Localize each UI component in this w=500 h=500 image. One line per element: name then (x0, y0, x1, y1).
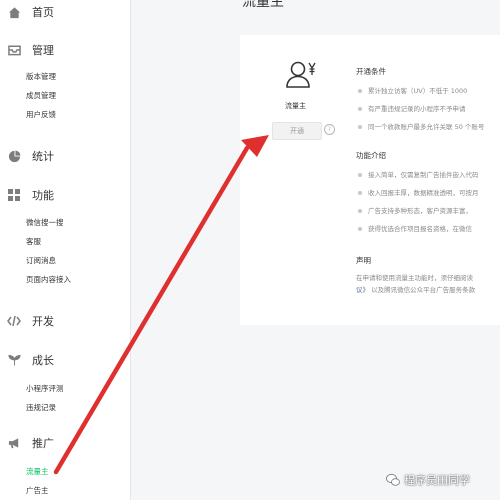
sidebar-subitem-advertiser[interactable]: 广告主 (0, 481, 130, 500)
agreement-link[interactable]: 议》 (356, 286, 369, 294)
sidebar: 首页 管理 版本管理 成员管理 用户反馈 统计 功能 微信搜一搜 客服 订阅消息… (0, 0, 131, 500)
sidebar-item-label: 管理 (32, 44, 54, 57)
sidebar-subitem-violations[interactable]: 违规记录 (0, 398, 130, 417)
page-title: 流量主 (242, 0, 284, 10)
condition-item: 同一个收款账户最多允许关联 50 个账号 (356, 118, 500, 136)
sidebar-item-dev[interactable]: 开发 (0, 311, 130, 331)
sidebar-item-label: 首页 (32, 6, 54, 19)
declaration-line: 在申请和使用流量主功能时，须仔细阅读 (356, 274, 473, 282)
sidebar-item-label: 开发 (32, 315, 54, 328)
sidebar-item-label: 成长 (32, 354, 54, 367)
inbox-icon (6, 42, 22, 58)
sidebar-subitem-subscribe[interactable]: 订阅消息 (0, 251, 130, 270)
sidebar-section-dev: 开发 (0, 311, 130, 331)
declaration-rest: 以及腾讯微信公众平台广告服务条款 (371, 286, 476, 294)
wechat-icon (386, 473, 400, 487)
sidebar-item-promote[interactable]: 推广 (0, 433, 130, 453)
intro-section: 功能介绍 接入简单，仅需复制广告插件嵌入代码 收入回报丰厚，数据精准透明，可按月… (356, 150, 500, 238)
sidebar-section-promote: 推广 流量主 广告主 (0, 433, 130, 500)
sidebar-item-label: 功能 (32, 189, 54, 202)
sidebar-subitem-service[interactable]: 客服 (0, 232, 130, 251)
declaration-line: 议》 以及腾讯微信公众平台广告服务条款 (356, 284, 500, 296)
role-label: 流量主 (285, 102, 306, 110)
sidebar-item-manage[interactable]: 管理 (0, 40, 130, 60)
home-icon (6, 4, 22, 20)
sidebar-subitem-review[interactable]: 小程序评测 (0, 379, 130, 398)
sidebar-subitem-traffic-master[interactable]: 流量主 (0, 462, 130, 481)
intro-item: 广告支持多种形态，客户资源丰富， (356, 202, 500, 220)
sidebar-subitem-search[interactable]: 微信搜一搜 (0, 213, 130, 232)
pie-chart-icon (6, 148, 22, 164)
condition-item: 有严重违规记录的小程序不予申请 (356, 100, 500, 118)
watermark-text: 程序员田同学 (404, 474, 470, 487)
help-icon[interactable]: ? (324, 124, 335, 135)
sidebar-section-features: 功能 微信搜一搜 客服 订阅消息 页面内容接入 (0, 185, 130, 289)
grid-icon (6, 187, 22, 203)
sidebar-item-label: 推广 (32, 437, 54, 450)
sidebar-section-stats: 统计 (0, 146, 130, 166)
watermark: 程序员田同学 (386, 472, 470, 488)
sidebar-item-growth[interactable]: 成长 (0, 350, 130, 370)
declaration-title: 声明 (356, 256, 371, 265)
sidebar-subitem-page-content[interactable]: 页面内容接入 (0, 270, 130, 289)
sprout-icon (6, 352, 22, 368)
sidebar-subitem-feedback[interactable]: 用户反馈 (0, 105, 130, 124)
intro-item: 获得优选合作项目报名资格，在微信 (356, 220, 500, 238)
sidebar-item-home[interactable]: 首页 (0, 2, 130, 22)
open-button[interactable]: 开通 (272, 122, 322, 140)
intro-item: 接入简单，仅需复制广告插件嵌入代码 (356, 166, 500, 184)
sidebar-section-manage: 管理 版本管理 成员管理 用户反馈 (0, 40, 130, 124)
sidebar-item-label: 统计 (32, 150, 54, 163)
intro-title: 功能介绍 (356, 151, 386, 160)
megaphone-icon (6, 435, 22, 451)
conditions-section: 开通条件 累计独立访客（UV）不低于 1000 有严重违规记录的小程序不予申请 … (356, 66, 500, 136)
sidebar-subitem-members[interactable]: 成员管理 (0, 86, 130, 105)
declaration-section: 声明 在申请和使用流量主功能时，须仔细阅读 议》 以及腾讯微信公众平台广告服务条… (356, 255, 500, 296)
sidebar-item-features[interactable]: 功能 (0, 185, 130, 205)
sidebar-section-growth: 成长 小程序评测 违规记录 (0, 350, 130, 417)
conditions-title: 开通条件 (356, 67, 386, 76)
condition-item: 累计独立访客（UV）不低于 1000 (356, 82, 500, 100)
sidebar-section-home: 首页 (0, 2, 130, 22)
user-yen-icon (285, 61, 319, 94)
sidebar-item-stats[interactable]: 统计 (0, 146, 130, 166)
intro-item: 收入回报丰厚，数据精准透明，可按月 (356, 184, 500, 202)
sidebar-subitem-version[interactable]: 版本管理 (0, 67, 130, 86)
code-icon (6, 313, 22, 329)
